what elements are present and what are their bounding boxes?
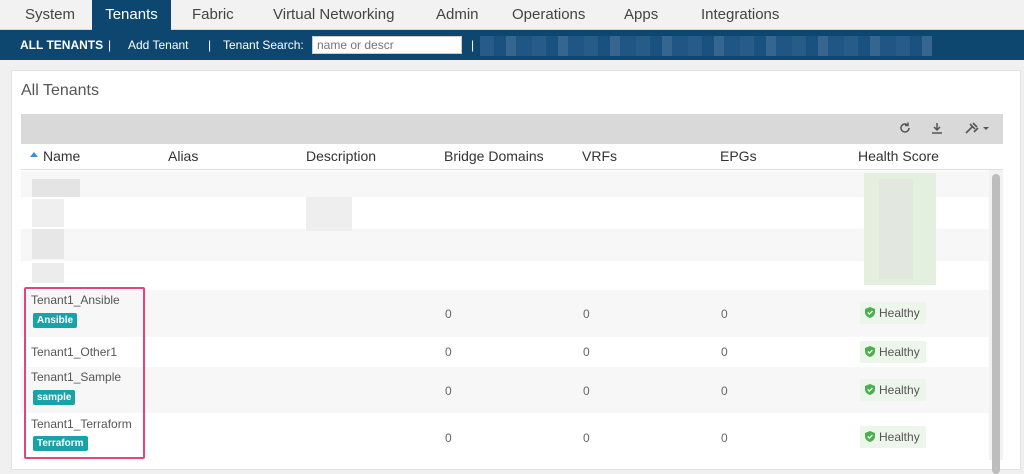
add-tenant-link[interactable]: Add Tenant	[128, 30, 189, 60]
tab-admin[interactable]: Admin	[436, 0, 479, 30]
column-description[interactable]: Description	[306, 148, 376, 164]
column-name[interactable]: Name	[43, 148, 80, 164]
health-label: Healthy	[879, 306, 920, 320]
tools-icon[interactable]	[964, 114, 990, 144]
table-row[interactable]: Tenant1_Ansible Ansible 0 0 0 Healthy	[21, 290, 989, 337]
epgs-value: 0	[721, 307, 728, 321]
health-label: Healthy	[879, 383, 920, 397]
health-badge: Healthy	[860, 426, 926, 448]
table-toolbar	[21, 114, 1003, 144]
vrfs-value: 0	[583, 431, 590, 445]
column-bridge-domains[interactable]: Bridge Domains	[444, 148, 544, 164]
scrollbar-thumb[interactable]	[992, 174, 1000, 474]
highlight-box	[24, 287, 145, 459]
tab-operations[interactable]: Operations	[512, 0, 585, 30]
separator: |	[208, 38, 212, 52]
tab-tenants[interactable]: Tenants	[92, 0, 171, 30]
tab-virtual-networking[interactable]: Virtual Networking	[273, 0, 394, 30]
vrfs-value: 0	[583, 345, 590, 359]
health-label: Healthy	[879, 345, 920, 359]
refresh-icon[interactable]	[898, 114, 912, 144]
column-vrfs[interactable]: VRFs	[582, 148, 617, 164]
health-badge: Healthy	[860, 302, 926, 324]
page-title: All Tenants	[21, 82, 99, 99]
separator: |	[108, 38, 112, 52]
redacted-rows	[21, 171, 989, 290]
table-row[interactable]: Tenant1_Other1 0 0 0 Healthy	[21, 337, 989, 367]
tab-integrations[interactable]: Integrations	[701, 0, 779, 30]
shield-check-icon	[865, 384, 875, 395]
all-tenants-link[interactable]: ALL TENANTS	[20, 30, 103, 60]
bridge-domains-value: 0	[445, 345, 452, 359]
separator: |	[471, 38, 475, 52]
epgs-value: 0	[721, 384, 728, 398]
health-badge: Healthy	[860, 379, 926, 401]
column-epgs[interactable]: EPGs	[720, 148, 757, 164]
download-icon[interactable]	[930, 114, 944, 144]
table-row[interactable]: Tenant1_Terraform Terraform 0 0 0 Health…	[21, 413, 989, 459]
redacted-area	[480, 36, 932, 56]
table-header: Name Alias Description Bridge Domains VR…	[21, 144, 1003, 170]
vrfs-value: 0	[583, 384, 590, 398]
health-badge: Healthy	[860, 341, 926, 363]
vrfs-value: 0	[583, 307, 590, 321]
shield-check-icon	[865, 307, 875, 318]
tab-apps[interactable]: Apps	[624, 0, 658, 30]
tenant-subbar: ALL TENANTS | Add Tenant | Tenant Search…	[0, 30, 1024, 60]
epgs-value: 0	[721, 431, 728, 445]
shield-check-icon	[865, 346, 875, 357]
table-scrollbar[interactable]	[989, 170, 1003, 474]
sort-ascending-icon[interactable]	[30, 152, 38, 157]
tenant-search-input[interactable]	[312, 36, 462, 54]
shield-check-icon	[865, 431, 875, 442]
tab-fabric[interactable]: Fabric	[192, 0, 234, 30]
epgs-value: 0	[721, 345, 728, 359]
top-nav: System Tenants Fabric Virtual Networking…	[0, 0, 1024, 30]
health-label: Healthy	[879, 430, 920, 444]
column-alias[interactable]: Alias	[168, 148, 198, 164]
column-health-score[interactable]: Health Score	[858, 148, 939, 164]
table-row[interactable]: Tenant1_Sample sample 0 0 0 Healthy	[21, 367, 989, 413]
bridge-domains-value: 0	[445, 431, 452, 445]
bridge-domains-value: 0	[445, 384, 452, 398]
bridge-domains-value: 0	[445, 307, 452, 321]
tenant-search-label: Tenant Search:	[223, 38, 304, 52]
tab-system[interactable]: System	[0, 0, 92, 30]
